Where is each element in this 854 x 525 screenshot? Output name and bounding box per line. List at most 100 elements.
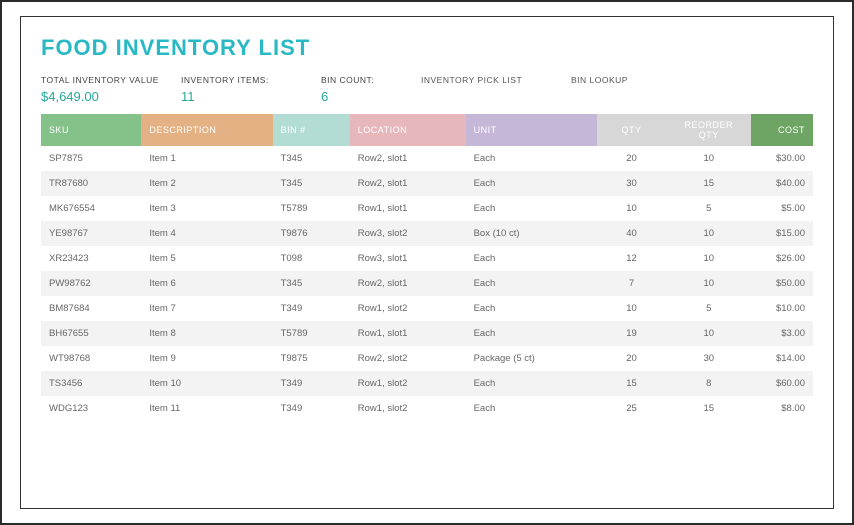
cell-unit: Box (10 ct) <box>466 221 597 246</box>
header-description[interactable]: DESCRIPTION <box>141 114 272 146</box>
cell-description: Item 10 <box>141 371 272 396</box>
summary-pick-list[interactable]: INVENTORY PICK LIST <box>421 75 571 104</box>
cell-description: Item 9 <box>141 346 272 371</box>
cell-qty: 40 <box>597 221 666 246</box>
cell-description: Item 5 <box>141 246 272 271</box>
cell-bin: T349 <box>273 396 350 421</box>
table-row[interactable]: BH67655Item 8T5789Row1, slot1Each1910$3.… <box>41 321 813 346</box>
cell-bin: T345 <box>273 146 350 171</box>
cell-qty: 15 <box>597 371 666 396</box>
cell-location: Row3, slot2 <box>350 221 466 246</box>
table-row[interactable]: YE98767Item 4T9876Row3, slot2Box (10 ct)… <box>41 221 813 246</box>
cell-bin: T098 <box>273 246 350 271</box>
cell-reorder: 10 <box>666 221 751 246</box>
cell-reorder: 15 <box>666 171 751 196</box>
cell-reorder: 30 <box>666 346 751 371</box>
cell-unit: Each <box>466 146 597 171</box>
header-reorder[interactable]: REORDER QTY <box>666 114 751 146</box>
cell-reorder: 5 <box>666 296 751 321</box>
cell-location: Row2, slot1 <box>350 271 466 296</box>
cell-unit: Package (5 ct) <box>466 346 597 371</box>
cell-qty: 7 <box>597 271 666 296</box>
cell-unit: Each <box>466 296 597 321</box>
cell-sku: WT98768 <box>41 346 141 371</box>
cell-location: Row1, slot2 <box>350 371 466 396</box>
table-header-row: SKU DESCRIPTION BIN # LOCATION UNIT QTY … <box>41 114 813 146</box>
table-row[interactable]: WT98768Item 9T9875Row2, slot2Package (5 … <box>41 346 813 371</box>
table-row[interactable]: SP7875Item 1T345Row2, slot1Each2010$30.0… <box>41 146 813 171</box>
summary-bin-lookup[interactable]: BIN LOOKUP <box>571 75 691 104</box>
cell-cost: $50.00 <box>751 271 813 296</box>
cell-bin: T345 <box>273 171 350 196</box>
cell-sku: SP7875 <box>41 146 141 171</box>
cell-qty: 20 <box>597 346 666 371</box>
cell-bin: T9875 <box>273 346 350 371</box>
pick-list-link[interactable]: INVENTORY PICK LIST <box>421 75 571 85</box>
inventory-table: SKU DESCRIPTION BIN # LOCATION UNIT QTY … <box>41 114 813 421</box>
table-row[interactable]: MK676554Item 3T5789Row1, slot1Each105$5.… <box>41 196 813 221</box>
cell-cost: $26.00 <box>751 246 813 271</box>
total-value: $4,649.00 <box>41 89 181 104</box>
cell-reorder: 15 <box>666 396 751 421</box>
cell-description: Item 4 <box>141 221 272 246</box>
cell-location: Row3, slot1 <box>350 246 466 271</box>
header-location[interactable]: LOCATION <box>350 114 466 146</box>
cell-reorder: 10 <box>666 146 751 171</box>
cell-cost: $15.00 <box>751 221 813 246</box>
cell-description: Item 6 <box>141 271 272 296</box>
cell-cost: $30.00 <box>751 146 813 171</box>
bin-lookup-link[interactable]: BIN LOOKUP <box>571 75 691 85</box>
cell-description: Item 8 <box>141 321 272 346</box>
header-unit[interactable]: UNIT <box>466 114 597 146</box>
cell-reorder: 10 <box>666 271 751 296</box>
bin-count-label: BIN COUNT: <box>321 75 421 85</box>
summary-items: INVENTORY ITEMS: 11 <box>181 75 321 104</box>
cell-bin: T5789 <box>273 196 350 221</box>
header-sku[interactable]: SKU <box>41 114 141 146</box>
header-bin[interactable]: BIN # <box>273 114 350 146</box>
cell-location: Row2, slot1 <box>350 146 466 171</box>
cell-description: Item 7 <box>141 296 272 321</box>
cell-location: Row1, slot1 <box>350 321 466 346</box>
cell-cost: $14.00 <box>751 346 813 371</box>
cell-qty: 10 <box>597 296 666 321</box>
cell-sku: YE98767 <box>41 221 141 246</box>
table-row[interactable]: BM87684Item 7T349Row1, slot2Each105$10.0… <box>41 296 813 321</box>
cell-unit: Each <box>466 271 597 296</box>
cell-reorder: 8 <box>666 371 751 396</box>
cell-sku: MK676554 <box>41 196 141 221</box>
cell-location: Row1, slot2 <box>350 296 466 321</box>
cell-unit: Each <box>466 396 597 421</box>
cell-qty: 19 <box>597 321 666 346</box>
cell-location: Row1, slot1 <box>350 196 466 221</box>
header-cost[interactable]: COST <box>751 114 813 146</box>
cell-qty: 30 <box>597 171 666 196</box>
table-row[interactable]: PW98762Item 6T345Row2, slot1Each710$50.0… <box>41 271 813 296</box>
cell-sku: TR87680 <box>41 171 141 196</box>
cell-reorder: 10 <box>666 321 751 346</box>
cell-cost: $8.00 <box>751 396 813 421</box>
cell-bin: T349 <box>273 296 350 321</box>
cell-location: Row2, slot2 <box>350 346 466 371</box>
cell-sku: BH67655 <box>41 321 141 346</box>
cell-qty: 20 <box>597 146 666 171</box>
cell-location: Row2, slot1 <box>350 171 466 196</box>
cell-unit: Each <box>466 321 597 346</box>
cell-cost: $60.00 <box>751 371 813 396</box>
cell-description: Item 3 <box>141 196 272 221</box>
bin-count-value: 6 <box>321 89 421 104</box>
cell-unit: Each <box>466 196 597 221</box>
table-row[interactable]: TS3456Item 10T349Row1, slot2Each158$60.0… <box>41 371 813 396</box>
table-row[interactable]: XR23423Item 5T098Row3, slot1Each1210$26.… <box>41 246 813 271</box>
cell-sku: TS3456 <box>41 371 141 396</box>
header-qty[interactable]: QTY <box>597 114 666 146</box>
table-row[interactable]: TR87680Item 2T345Row2, slot1Each3015$40.… <box>41 171 813 196</box>
summary-total: TOTAL INVENTORY VALUE $4,649.00 <box>41 75 181 104</box>
inventory-sheet: FOOD INVENTORY LIST TOTAL INVENTORY VALU… <box>20 16 834 509</box>
cell-bin: T5789 <box>273 321 350 346</box>
table-row[interactable]: WDG123Item 11T349Row1, slot2Each2515$8.0… <box>41 396 813 421</box>
cell-unit: Each <box>466 246 597 271</box>
cell-cost: $3.00 <box>751 321 813 346</box>
cell-unit: Each <box>466 371 597 396</box>
cell-sku: XR23423 <box>41 246 141 271</box>
